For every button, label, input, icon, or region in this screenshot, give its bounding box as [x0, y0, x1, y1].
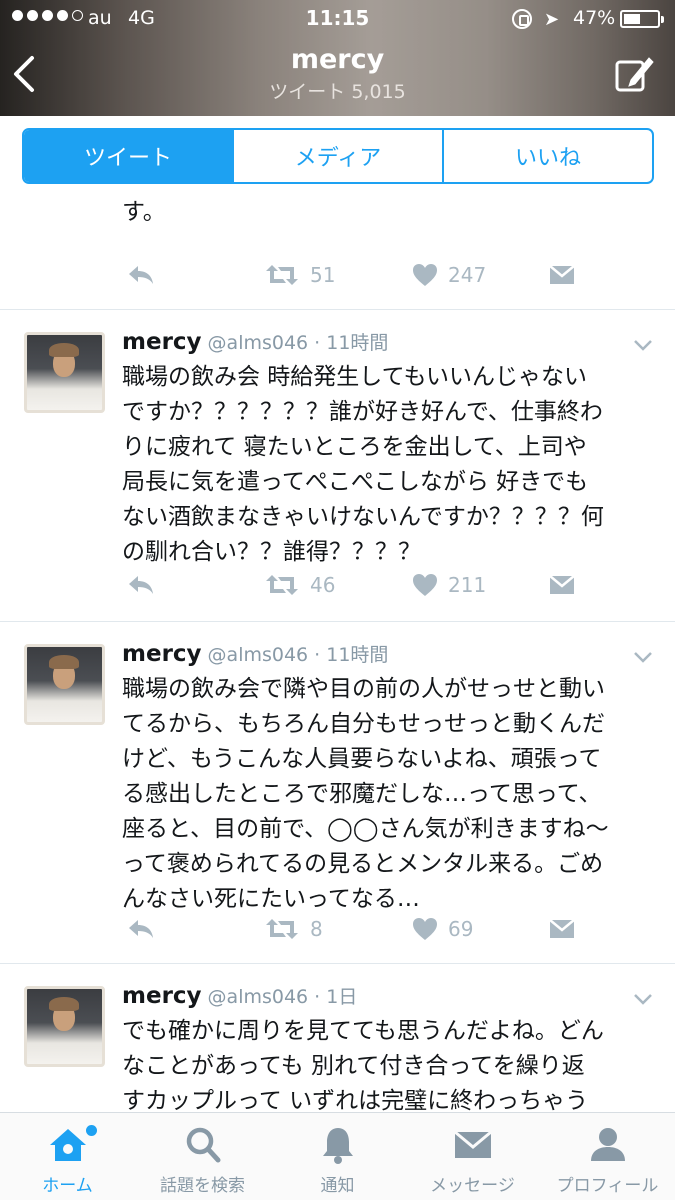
- dm-share-button[interactable]: [548, 912, 576, 946]
- tweet-handle-time: @alms046 · 11時間: [207, 332, 389, 354]
- tweet-header: mercy @alms046 · 1日: [122, 982, 357, 1009]
- tab-search[interactable]: 話題を検索: [135, 1113, 270, 1200]
- tweet-actions: 46 211: [122, 568, 592, 602]
- tab-search-label: 話題を検索: [160, 1176, 245, 1196]
- tweet-item[interactable]: mercy @alms046 · 1日 でも確かに周りを見てても思うんだよね。どん…: [0, 964, 675, 1112]
- reply-button[interactable]: [126, 258, 156, 292]
- like-count: 69: [448, 917, 474, 941]
- tweet-item[interactable]: い！！！って全力でなりませんか！？私はなりま す。 51 247: [0, 194, 675, 310]
- profile-tabs-area: ツイート メディア いいね: [0, 116, 675, 194]
- profile-tabs: ツイート メディア いいね: [22, 128, 654, 184]
- reply-button[interactable]: [126, 912, 156, 946]
- dm-share-button[interactable]: [548, 568, 576, 602]
- chevron-down-icon[interactable]: [633, 338, 653, 352]
- tab-profile[interactable]: プロフィール: [540, 1113, 675, 1200]
- battery-percent: 47%: [573, 7, 616, 29]
- tab-notifications[interactable]: 通知: [270, 1113, 405, 1200]
- home-icon: [49, 1129, 86, 1161]
- dm-icon: [549, 265, 575, 284]
- retweet-button[interactable]: 8: [264, 912, 323, 946]
- tweet-count: ツイート 5,015: [269, 81, 406, 103]
- nav-title: mercy: [290, 44, 385, 75]
- dm-icon: [549, 919, 575, 938]
- tweet-author-name[interactable]: mercy: [122, 983, 202, 1009]
- tweet-text: 職場の飲み会で隣や目の前の人がせっせと動い てるから、もちろん自分もせっせっと動…: [122, 676, 609, 912]
- tab-home[interactable]: ホーム: [0, 1113, 135, 1200]
- tweet-text: い！！！って全力でなりませんか！？私はなりま す。: [122, 199, 166, 225]
- retweet-icon: [266, 575, 298, 595]
- retweet-button[interactable]: 51: [264, 258, 335, 292]
- retweet-count: 46: [310, 573, 336, 597]
- tab-messages[interactable]: メッセージ: [405, 1113, 540, 1200]
- chevron-down-icon[interactable]: [633, 992, 653, 1006]
- tab-notifications-label: 通知: [320, 1176, 355, 1196]
- avatar[interactable]: [24, 332, 105, 413]
- tweet-actions: 51 247: [122, 258, 592, 292]
- retweet-count: 51: [310, 263, 336, 287]
- retweet-icon: [266, 919, 298, 939]
- profile-header: au 4G 11:15 ➤ 47% mercy ツイート 5,015: [0, 0, 675, 116]
- tab-messages-label: メッセージ: [430, 1176, 515, 1196]
- reply-icon: [129, 266, 153, 284]
- tab-likes[interactable]: いいね: [444, 130, 652, 182]
- heart-icon: [413, 574, 437, 596]
- rotation-lock-icon: [512, 9, 532, 29]
- reply-button[interactable]: [126, 568, 156, 602]
- tweet-header: mercy @alms046 · 11時間: [122, 328, 388, 355]
- search-icon: [186, 1127, 220, 1163]
- dm-share-button[interactable]: [548, 258, 576, 292]
- like-count: 211: [448, 573, 487, 597]
- reply-icon: [129, 920, 153, 938]
- compose-button[interactable]: [613, 52, 657, 96]
- bell-icon: [322, 1128, 353, 1164]
- tweet-item[interactable]: mercy @alms046 · 11時間 職場の飲み会で隣や目の前の人がせっせと…: [0, 622, 675, 964]
- tweet-handle-time: @alms046 · 11時間: [207, 644, 389, 666]
- new-tweets-indicator: [86, 1125, 97, 1136]
- status-bar: au 4G 11:15 ➤ 47%: [0, 0, 675, 38]
- tab-profile-label: プロフィール: [556, 1176, 659, 1196]
- heart-icon: [413, 918, 437, 940]
- timeline[interactable]: い！！！って全力でなりませんか！？私はなりま す。 51 247 mercy@a…: [0, 194, 675, 1112]
- dm-icon: [549, 575, 575, 594]
- tweet-text: でも確かに周りを見てても思うんだよね。どん なことがあっても 別れて付き合ってを…: [122, 1018, 604, 1112]
- heart-icon: [413, 264, 437, 286]
- location-arrow-icon: ➤: [544, 9, 560, 30]
- tweet-item[interactable]: mercy @alms046 · 11時間 職場の飲み会 時給発生してもいいんじゃ…: [0, 310, 675, 622]
- avatar[interactable]: [24, 644, 105, 725]
- like-count: 247: [448, 263, 487, 287]
- retweet-icon: [266, 265, 298, 285]
- tweet-author-name[interactable]: mercy: [122, 329, 202, 355]
- like-button[interactable]: 211: [412, 568, 486, 602]
- tab-home-label: ホーム: [42, 1176, 93, 1196]
- tab-tweets[interactable]: ツイート: [24, 130, 234, 182]
- tweet-actions: 8 69: [122, 912, 592, 946]
- envelope-icon: [453, 1130, 492, 1158]
- bottom-tab-bar: ホーム 話題を検索 通知 メッセージ プロフィール: [0, 1112, 675, 1200]
- tweet-header: mercy @alms046 · 11時間: [122, 640, 388, 667]
- tweet-author-name[interactable]: mercy: [122, 641, 202, 667]
- person-icon: [590, 1128, 625, 1161]
- battery-icon: [620, 10, 664, 28]
- nav-title-group: mercy ツイート 5,015: [0, 44, 675, 104]
- retweet-button[interactable]: 46: [264, 568, 335, 602]
- tweet-handle-time: @alms046 · 1日: [207, 986, 358, 1008]
- chevron-down-icon[interactable]: [633, 650, 653, 664]
- avatar[interactable]: [24, 986, 105, 1067]
- reply-icon: [129, 576, 153, 594]
- like-button[interactable]: 247: [412, 258, 486, 292]
- tab-media[interactable]: メディア: [234, 130, 444, 182]
- nav-bar: mercy ツイート 5,015: [0, 38, 675, 116]
- compose-icon: [615, 57, 654, 92]
- tweet-text: 職場の飲み会 時給発生してもいいんじゃない ですか？？？？？？誰が好き好んで、仕…: [122, 364, 604, 565]
- retweet-count: 8: [310, 917, 323, 941]
- like-button[interactable]: 69: [412, 912, 473, 946]
